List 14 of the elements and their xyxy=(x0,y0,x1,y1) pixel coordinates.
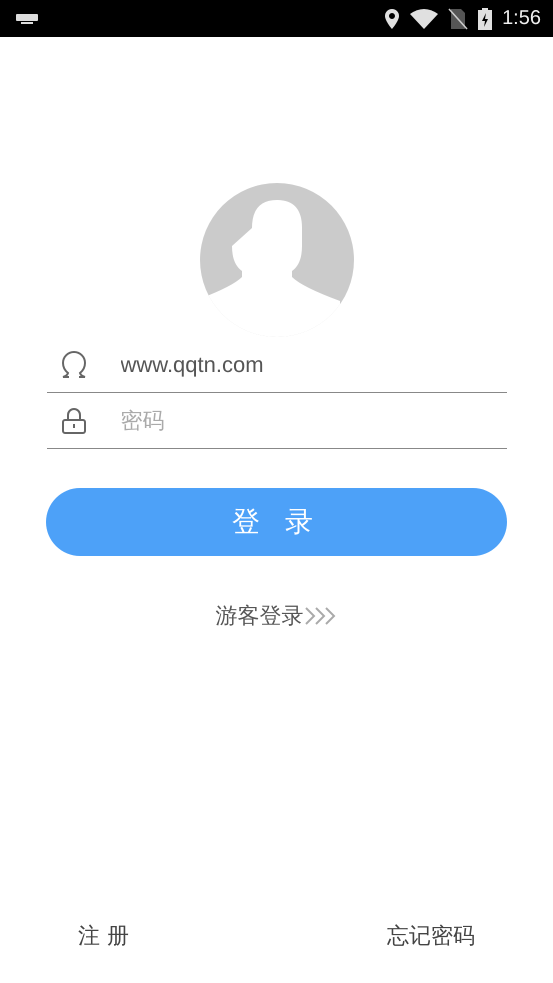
guest-login-link[interactable]: 游客登录 xyxy=(216,601,338,631)
location-icon xyxy=(384,8,400,28)
chevrons-icon xyxy=(304,606,338,626)
user-icon xyxy=(60,350,86,378)
wifi-icon xyxy=(410,8,438,28)
username-field[interactable]: www.qqtn.com xyxy=(120,350,506,380)
battery-charging-icon xyxy=(478,8,492,30)
lock-icon xyxy=(60,406,86,434)
no-sim-icon xyxy=(448,8,468,30)
clock-time: 1:56 xyxy=(502,7,541,30)
keyboard-icon xyxy=(16,14,38,24)
register-link[interactable]: 注 册 xyxy=(78,921,129,951)
forgot-password-link[interactable]: 忘记密码 xyxy=(387,921,475,951)
password-field[interactable]: 密码 xyxy=(120,406,506,436)
